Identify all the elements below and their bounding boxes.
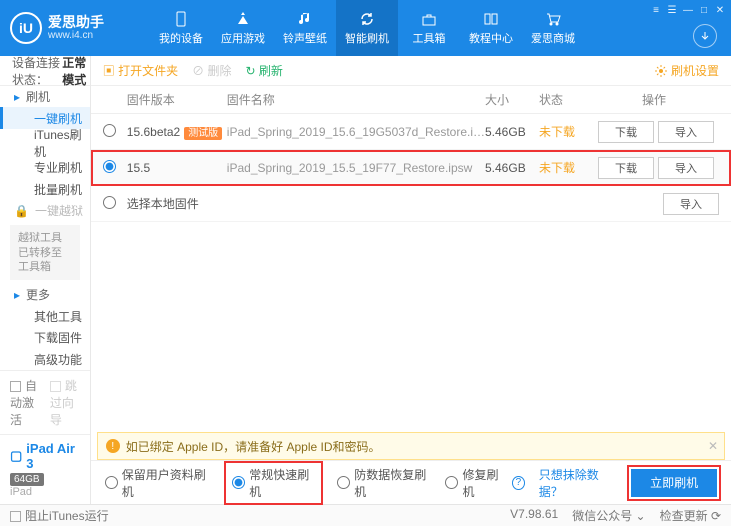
th-name: 固件名称	[227, 91, 485, 108]
erase-link[interactable]: 只想抹除数据？	[539, 466, 617, 500]
th-size: 大小	[485, 91, 539, 108]
close-icon[interactable]: ✕	[713, 4, 727, 16]
app-name: 爱思助手	[48, 15, 104, 30]
device-model: iPad	[10, 486, 80, 498]
download-button[interactable]: 下载	[598, 157, 654, 179]
opt-anti-recovery[interactable]: 防数据恢复刷机	[337, 466, 431, 500]
nav-ringtone[interactable]: 铃声壁纸	[274, 0, 336, 56]
download-button[interactable]: 下载	[598, 121, 654, 143]
auto-activate-checkbox[interactable]: 自动激活	[10, 377, 40, 428]
refresh-button[interactable]: ↻ 刷新	[246, 62, 283, 79]
device-capacity: 64GB	[10, 473, 44, 486]
phone-icon	[172, 10, 190, 28]
device-panel[interactable]: ▢iPad Air 3 64GB iPad	[0, 434, 90, 504]
device-status: 设备连接状态：正常模式	[0, 56, 90, 86]
sidebar-item-download[interactable]: 下载固件	[0, 327, 90, 348]
opt-repair[interactable]: 修复刷机?	[445, 466, 524, 500]
app-icon	[234, 10, 252, 28]
th-status: 状态	[539, 91, 589, 108]
check-update-link[interactable]: 检查更新 ⟳	[660, 507, 721, 524]
delete-button[interactable]: ⊘ 删除	[192, 62, 231, 79]
lock-icon: 🔒	[14, 204, 29, 218]
flash-now-button[interactable]: 立即刷机	[631, 469, 717, 497]
more-icon: ▸	[14, 288, 20, 302]
toolbox-icon	[420, 10, 438, 28]
warning-icon: !	[106, 439, 120, 453]
nav-tools[interactable]: 工具箱	[398, 0, 460, 56]
refresh-icon	[358, 10, 376, 28]
flash-icon: ▸	[14, 90, 20, 104]
sidebar-group-jailbreak[interactable]: 🔒一键越狱	[0, 200, 90, 221]
download-manager-icon[interactable]	[693, 24, 717, 48]
opt-keep-data[interactable]: 保留用户资料刷机	[105, 466, 210, 500]
row-radio[interactable]	[103, 196, 116, 209]
logo-icon: iU	[10, 12, 42, 44]
th-version: 固件版本	[127, 91, 227, 108]
import-button[interactable]: 导入	[658, 157, 714, 179]
skip-guide-checkbox[interactable]: 跳过向导	[50, 377, 80, 428]
sidebar-item-itunes[interactable]: iTunes刷机	[0, 129, 90, 157]
help-icon[interactable]: ?	[512, 476, 525, 490]
row-radio[interactable]	[103, 160, 116, 173]
nav-tutorial[interactable]: 教程中心	[460, 0, 522, 56]
wechat-link[interactable]: 微信公众号 ⌄	[572, 507, 645, 524]
firmware-row[interactable]: 15.6beta2测试版 iPad_Spring_2019_15.6_19G50…	[91, 114, 731, 150]
jailbreak-note: 越狱工具已转移至工具箱	[10, 225, 80, 280]
appleid-warning: ! 如已绑定 Apple ID，请准备好 Apple ID和密码。 ✕	[97, 432, 725, 460]
sidebar-item-other[interactable]: 其他工具	[0, 306, 90, 327]
nav-apps[interactable]: 应用游戏	[212, 0, 274, 56]
music-icon	[296, 10, 314, 28]
flash-settings-button[interactable]: 刷机设置	[655, 62, 719, 79]
version-label: V7.98.61	[510, 507, 558, 524]
local-firmware-row[interactable]: 选择本地固件 导入	[91, 186, 731, 222]
menu-icon[interactable]: ≡	[649, 4, 663, 16]
nav-flash[interactable]: 智能刷机	[336, 0, 398, 56]
sidebar-group-flash[interactable]: ▸刷机	[0, 86, 90, 107]
app-logo: iU 爱思助手 www.i4.cn	[0, 12, 150, 44]
row-radio[interactable]	[103, 124, 116, 137]
open-folder-button[interactable]: ▣ 打开文件夹	[103, 62, 178, 79]
beta-badge: 测试版	[184, 127, 222, 140]
close-warning-icon[interactable]: ✕	[708, 439, 718, 453]
pin-icon[interactable]: ☰	[665, 4, 679, 16]
cart-icon	[544, 10, 562, 28]
import-button[interactable]: 导入	[663, 193, 719, 215]
opt-normal[interactable]: 常规快速刷机	[224, 461, 323, 505]
book-icon	[482, 10, 500, 28]
sidebar-item-pro[interactable]: 专业刷机	[0, 157, 90, 178]
tablet-icon: ▢	[10, 448, 22, 464]
app-url: www.i4.cn	[48, 30, 104, 41]
maximize-icon[interactable]: □	[697, 4, 711, 16]
sidebar-item-batch[interactable]: 批量刷机	[0, 178, 90, 199]
nav-my-device[interactable]: 我的设备	[150, 0, 212, 56]
sidebar-item-advanced[interactable]: 高级功能	[0, 349, 90, 370]
sidebar-group-more[interactable]: ▸更多	[0, 284, 90, 305]
minimize-icon[interactable]: —	[681, 4, 695, 16]
nav-store[interactable]: 爱思商城	[522, 0, 584, 56]
th-ops: 操作	[589, 91, 719, 108]
block-itunes-checkbox[interactable]: 阻止iTunes运行	[10, 507, 109, 524]
firmware-row[interactable]: 15.5 iPad_Spring_2019_15.5_19F77_Restore…	[91, 150, 731, 186]
import-button[interactable]: 导入	[658, 121, 714, 143]
